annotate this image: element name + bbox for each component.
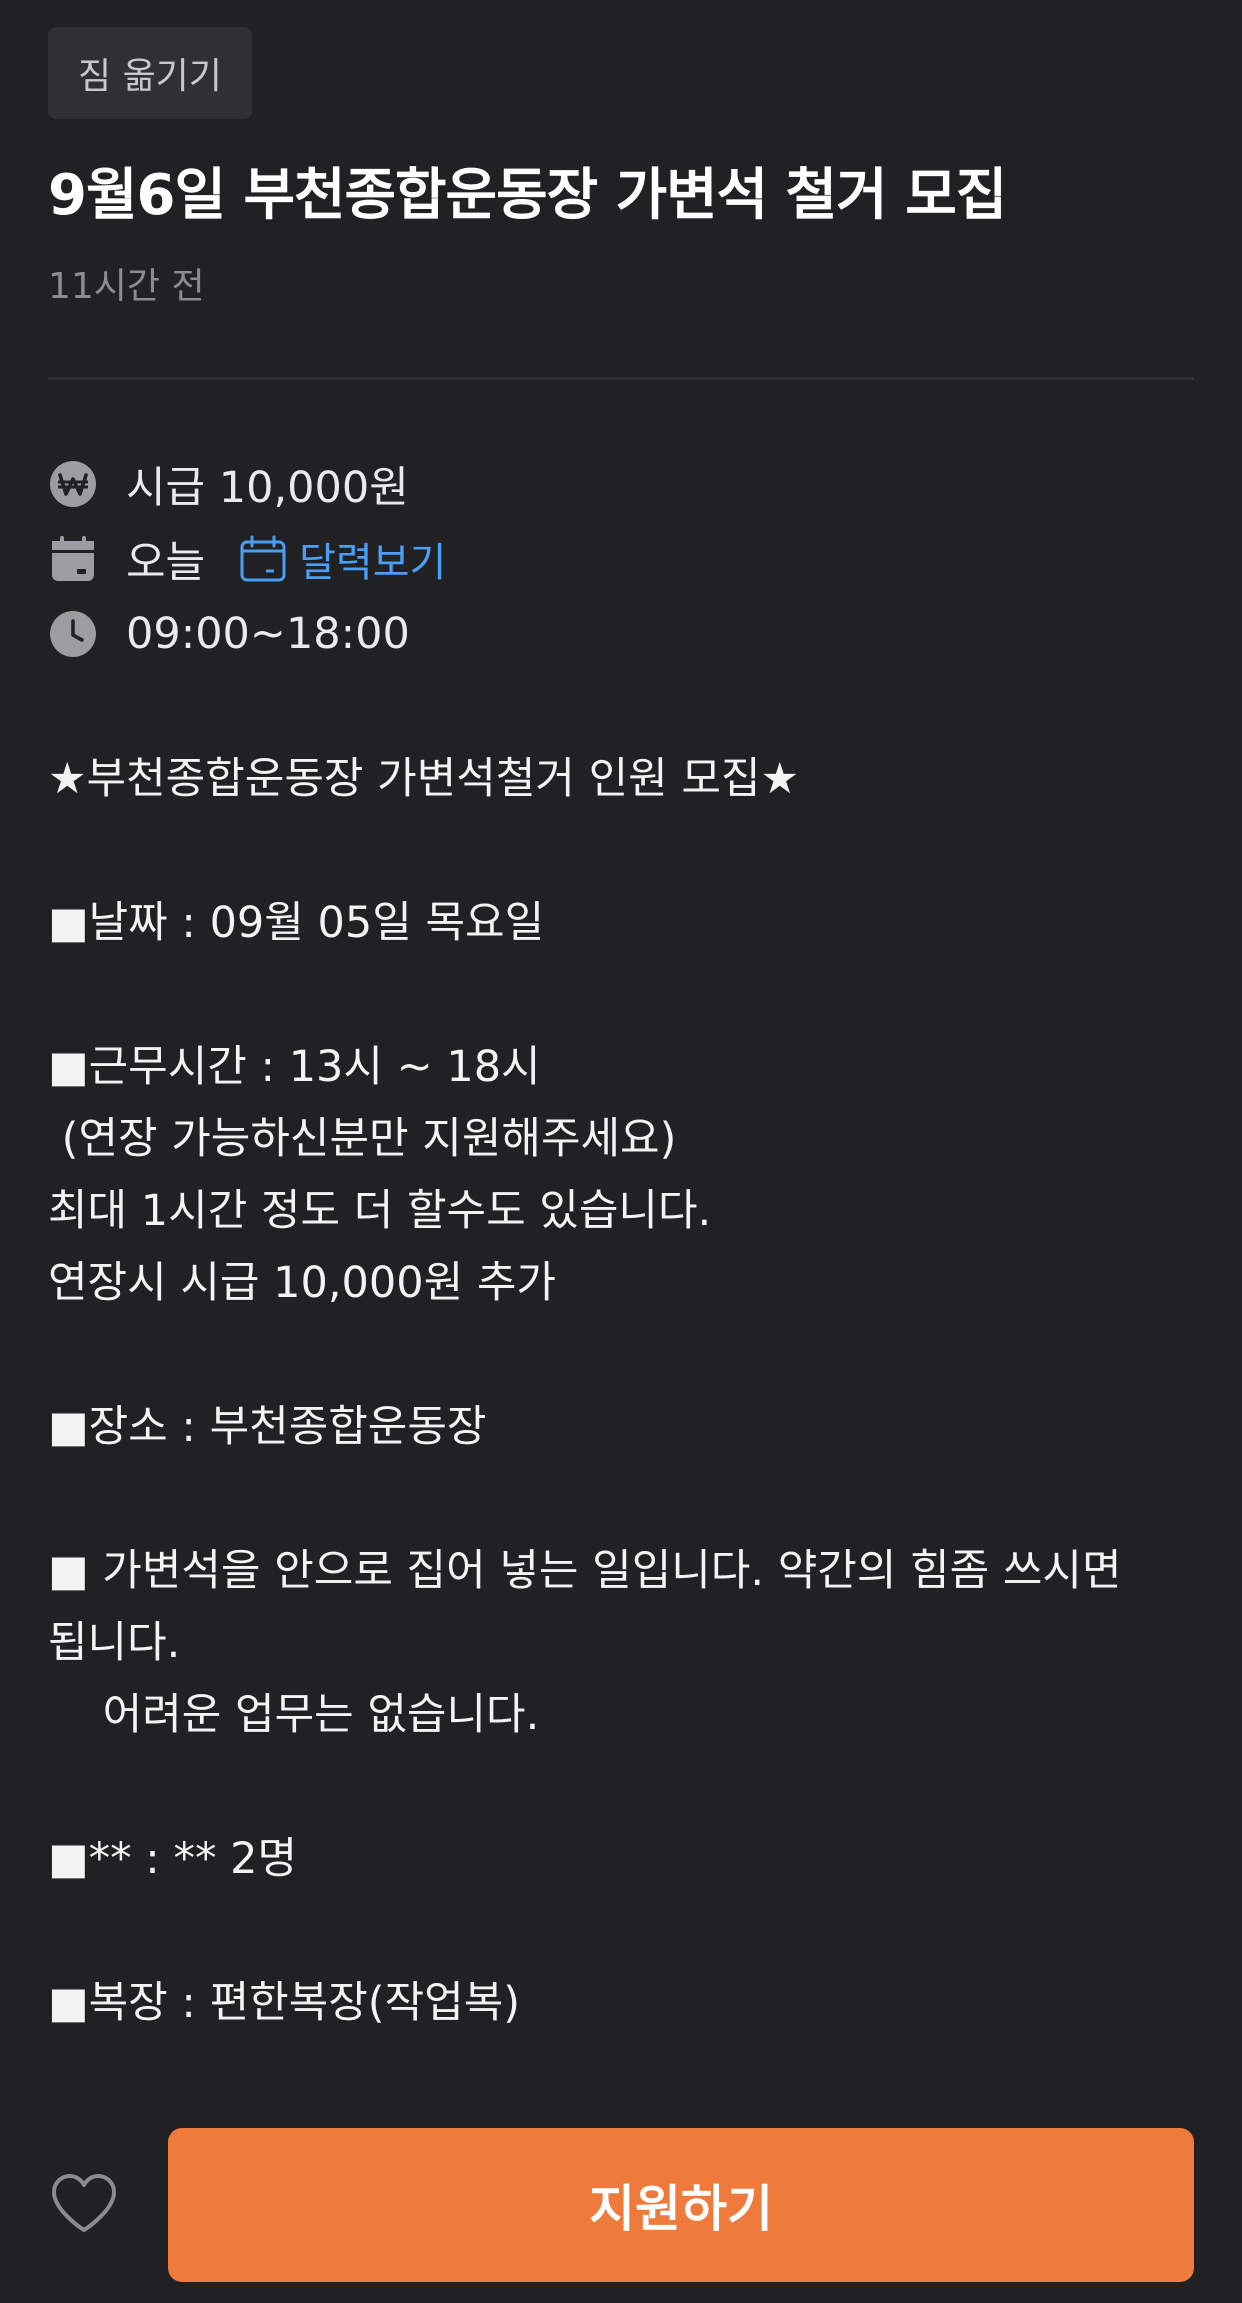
description-line: ■날짜 : 09월 05일 목요일 <box>48 898 545 948</box>
description-line: ■ 가변석을 안으로 집어 넣는 일입니다. 약간의 힘좀 쓰시면 <box>48 1546 1122 1596</box>
date-row: 오늘 달력보기 <box>48 527 446 591</box>
description-line: ■장소 : 부천종합운동장 <box>48 1402 487 1452</box>
description-line: 됩니다. <box>48 1618 181 1668</box>
wage-row: 시급 10,000원 <box>48 452 409 516</box>
heart-outline-icon[interactable] <box>50 2172 118 2234</box>
category-badge[interactable]: 짐 옮기기 <box>48 27 252 119</box>
calendar-view-link[interactable]: 달력보기 <box>239 530 446 588</box>
calendar-icon <box>48 534 98 584</box>
description-line: ■근무시간 : 13시 ~ 18시 <box>48 1042 541 1092</box>
description-line: 최대 1시간 정도 더 할수도 있습니다. <box>48 1186 712 1236</box>
hours-row: 09:00~18:00 <box>48 602 410 666</box>
description-line <box>48 959 1198 1031</box>
won-circle-icon <box>48 459 98 509</box>
description-line: ★부천종합운동장 가변석철거 인원 모집★ <box>48 754 800 804</box>
description-line <box>48 815 1198 887</box>
description-line <box>48 1895 1198 1967</box>
description-line <box>48 1319 1198 1391</box>
description-line: 어려운 업무는 없습니다. <box>48 1690 540 1740</box>
description-line <box>48 1463 1198 1535</box>
post-title: 9월6일 부천종합운동장 가변석 철거 모집 <box>48 163 1007 228</box>
calendar-outline-icon <box>240 535 286 582</box>
wage-text: 시급 10,000원 <box>126 463 409 513</box>
hours-text: 09:00~18:00 <box>126 609 410 659</box>
post-description: ★부천종합운동장 가변석철거 인원 모집★ ■날짜 : 09월 05일 목요일 … <box>48 743 1198 2039</box>
description-line <box>48 1751 1198 1823</box>
clock-icon <box>48 609 98 659</box>
description-line: ■복장 : 편한복장(작업복) <box>48 1978 521 2028</box>
description-line: (연장 가능하신분만 지원해주세요) <box>48 1114 677 1164</box>
description-line: 연장시 시급 10,000원 추가 <box>48 1258 556 1308</box>
posted-time: 11시간 전 <box>48 266 205 307</box>
date-text: 오늘 <box>126 538 206 588</box>
divider <box>48 377 1194 380</box>
job-post-page: 짐 옮기기 9월6일 부천종합운동장 가변석 철거 모집 11시간 전 시급 1… <box>0 0 1242 2303</box>
calendar-view-label: 달력보기 <box>299 540 447 586</box>
apply-button[interactable]: 지원하기 <box>168 2128 1194 2282</box>
description-line: ■** : ** 2명 <box>48 1834 298 1884</box>
